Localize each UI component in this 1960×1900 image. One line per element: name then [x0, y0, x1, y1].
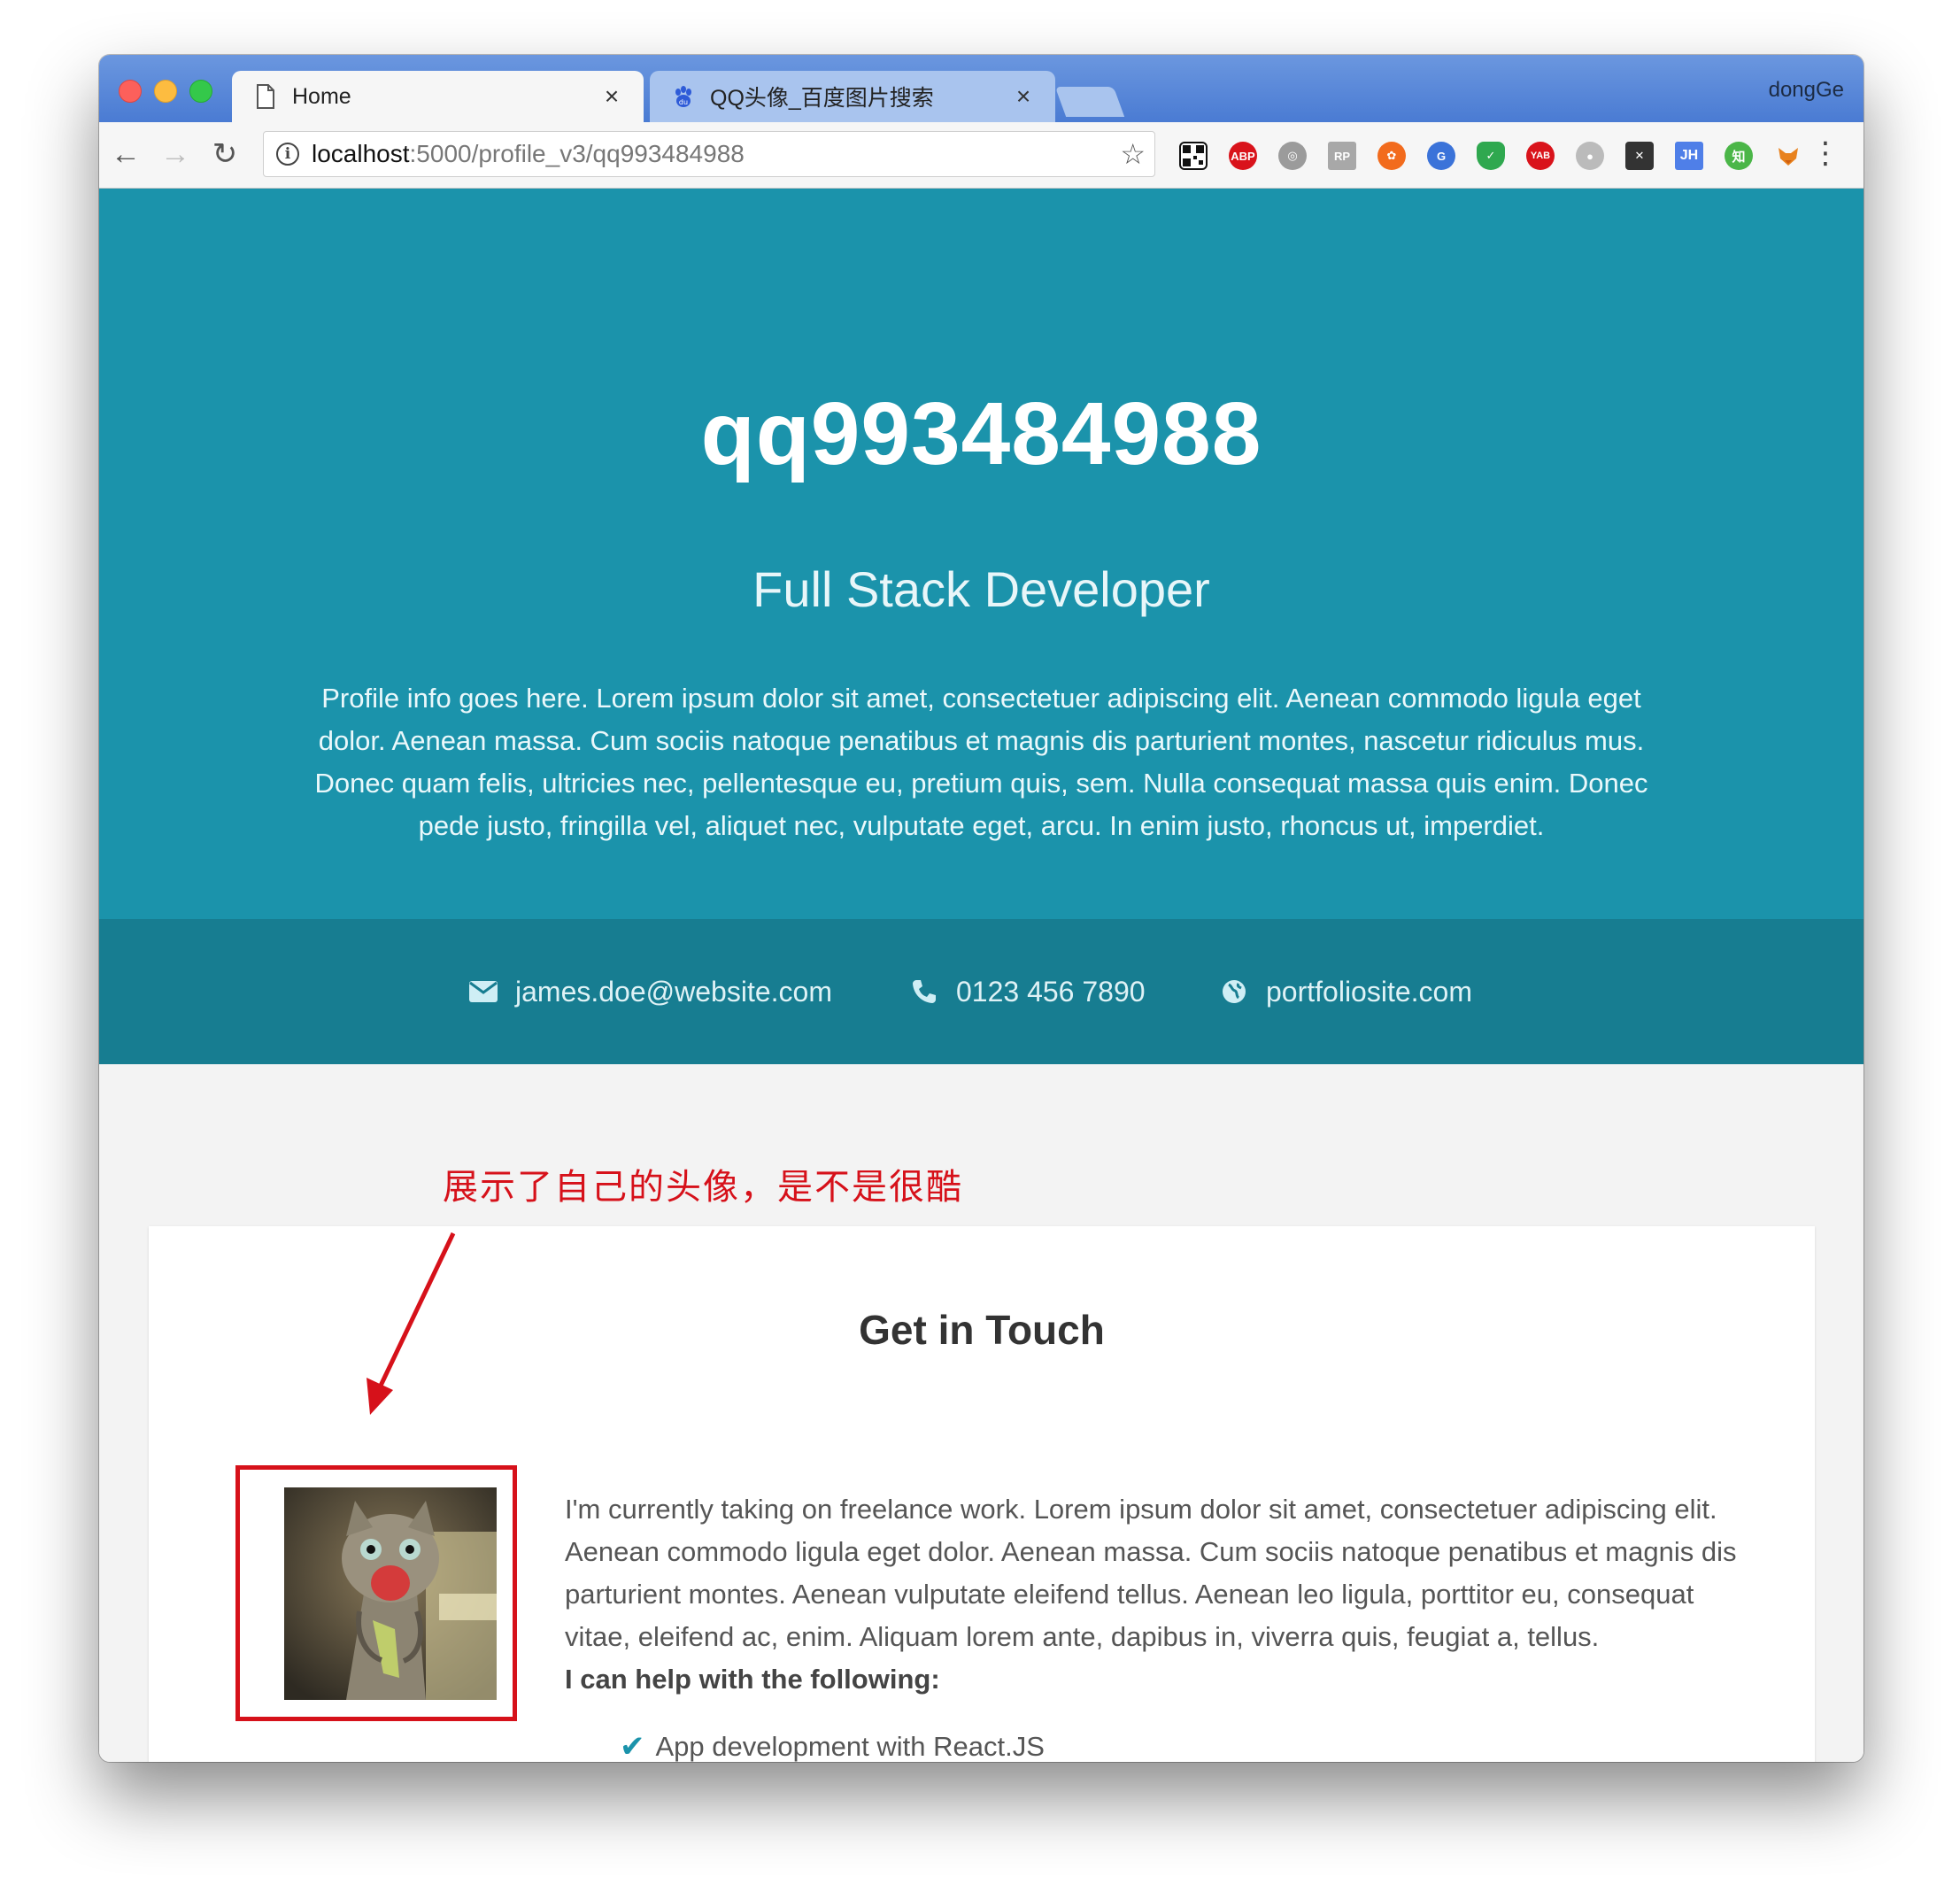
contact-phone-text: 0123 456 7890 [956, 975, 1146, 1008]
profile-name[interactable]: dongGe [1769, 78, 1844, 103]
phone-icon [908, 976, 940, 1008]
tab-title: Home [292, 83, 351, 109]
close-tab-icon[interactable]: × [599, 82, 624, 111]
info-icon[interactable]: i [276, 143, 299, 166]
rp-icon[interactable]: RP [1328, 142, 1356, 170]
contact-email[interactable]: james.doe@website.com [467, 919, 832, 1064]
browser-toolbar: ← → ↻ i localhost :5000/profile_v3/qq993… [99, 122, 1864, 189]
bookmark-star-icon[interactable]: ☆ [1120, 137, 1146, 171]
tab-baidu[interactable]: du QQ头像_百度图片搜索 × [650, 71, 1055, 122]
translate-icon[interactable]: G [1427, 142, 1455, 170]
envelope-icon [467, 976, 499, 1008]
ghost-icon[interactable]: ● [1576, 142, 1604, 170]
adblock-plus-icon[interactable]: ABP [1229, 142, 1257, 170]
contact-website-text: portfoliosite.com [1266, 975, 1472, 1008]
x-icon[interactable]: ✕ [1625, 142, 1654, 170]
avatar-highlight-box [235, 1465, 517, 1721]
forward-arrow-icon[interactable]: → [158, 136, 193, 172]
close-tab-icon[interactable]: × [1011, 82, 1036, 111]
contact-bar: james.doe@website.com 0123 456 7890 port… [99, 919, 1864, 1064]
globe-icon[interactable]: ◎ [1278, 142, 1307, 170]
tab-title: QQ头像_百度图片搜索 [710, 86, 934, 111]
fox-icon[interactable] [1774, 142, 1802, 170]
profile-description: Profile info goes here. Lorem ipsum dolo… [314, 683, 1648, 841]
annotation-caption: 展示了自己的头像，是不是很酷 [443, 1167, 963, 1208]
close-window-button[interactable] [119, 80, 142, 103]
contact-email-text: james.doe@website.com [515, 975, 832, 1008]
tab-strip: Home × du QQ头像_百度图片搜索 × dongGe [99, 55, 1864, 122]
get-in-touch-card: Get in Touch I'm currently taking on fre… [149, 1226, 1815, 1762]
qr-code-icon[interactable] [1179, 142, 1208, 170]
yab-icon[interactable]: YAB [1526, 142, 1555, 170]
menu-kebab-icon[interactable]: ⋮ [1810, 138, 1840, 168]
zoom-window-button[interactable] [189, 80, 212, 103]
help-item-label: App development with React.JS [655, 1731, 1045, 1762]
freelance-paragraph: I'm currently taking on freelance work. … [565, 1494, 1737, 1652]
browser-window: Home × du QQ头像_百度图片搜索 × dongGe ← → ↻ i l… [99, 55, 1864, 1762]
baidu-paw-icon: du [675, 86, 691, 107]
new-tab-button[interactable] [1054, 87, 1125, 117]
url-path: :5000/profile_v3/qq993484988 [409, 140, 745, 167]
avatar [284, 1487, 497, 1700]
page-content: qq993484988 Full Stack Developer Profile… [99, 189, 1864, 1762]
profile-name-heading: qq993484988 [700, 384, 1262, 483]
globe-icon [1218, 976, 1250, 1008]
tab-home[interactable]: Home × [232, 71, 644, 122]
contact-website[interactable]: portfoliosite.com [1218, 919, 1472, 1064]
contact-phone[interactable]: 0123 456 7890 [908, 919, 1146, 1064]
zhihu-icon[interactable]: 知 [1725, 142, 1753, 170]
profile-title: Full Stack Developer [752, 561, 1210, 617]
check-icon: ✔ [620, 1730, 645, 1762]
jh-icon[interactable]: JH [1675, 142, 1703, 170]
hero-section: qq993484988 Full Stack Developer Profile… [99, 189, 1864, 919]
svg-text:du: du [679, 98, 688, 106]
minimize-window-button[interactable] [154, 80, 177, 103]
orange-gear-icon[interactable]: ✿ [1377, 142, 1406, 170]
help-subheading: I can help with the following: [565, 1664, 940, 1695]
list-item: ✔ App development with React.JS [620, 1729, 1045, 1762]
document-icon [257, 84, 274, 109]
address-bar[interactable]: i localhost :5000/profile_v3/qq993484988… [263, 131, 1155, 177]
section-heading: Get in Touch [859, 1307, 1105, 1353]
reload-icon[interactable]: ↻ [207, 136, 243, 172]
url-host: localhost [312, 140, 410, 167]
shield-check-icon[interactable]: ✓ [1477, 142, 1505, 170]
back-arrow-icon[interactable]: ← [108, 136, 143, 172]
